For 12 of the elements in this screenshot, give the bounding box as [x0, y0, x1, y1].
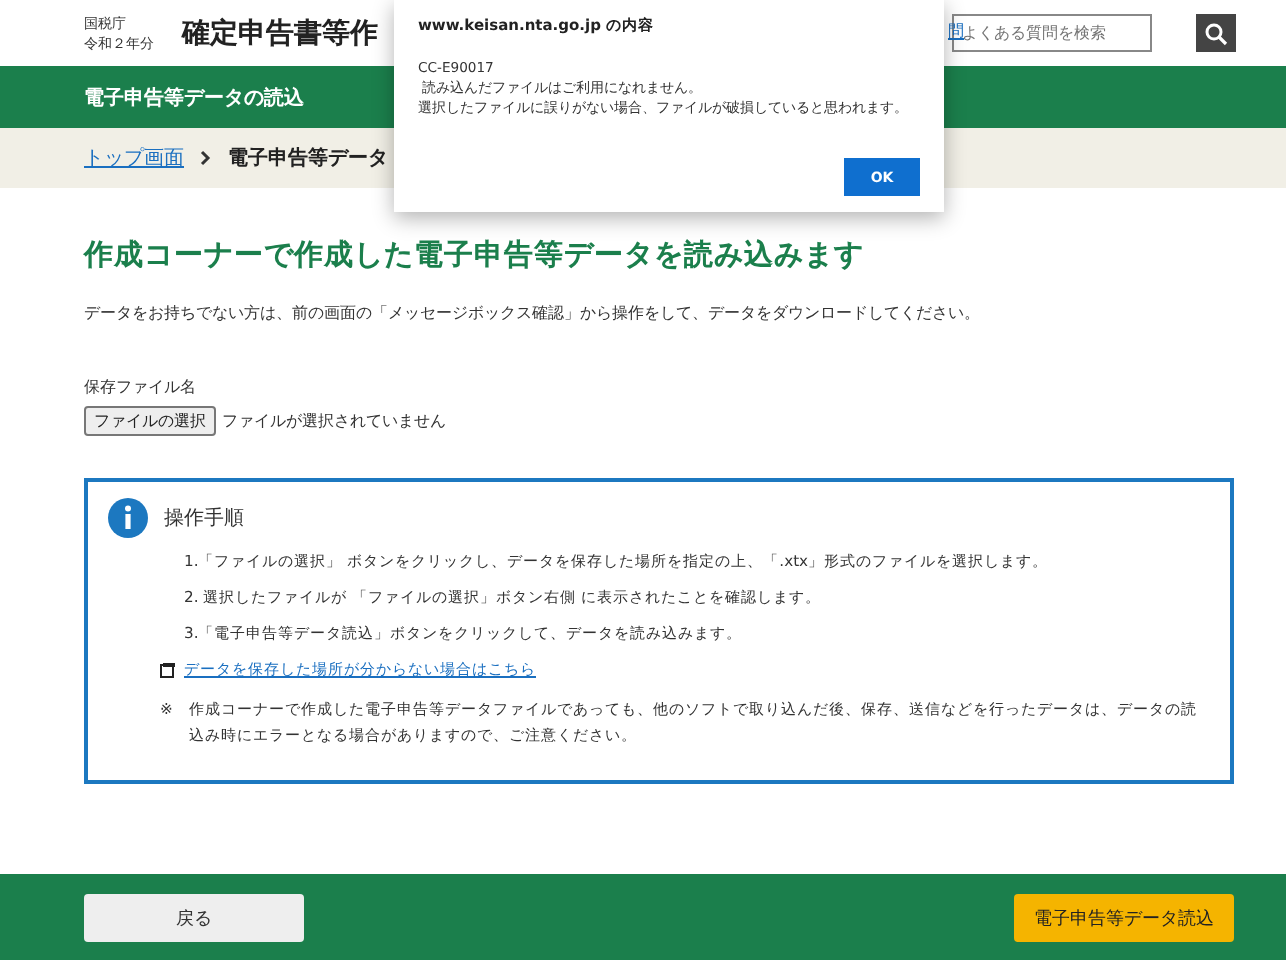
choose-file-button[interactable]: ファイルの選択	[84, 406, 216, 436]
breadcrumb-current: 電子申告等データ	[228, 145, 388, 172]
file-label: 保存ファイル名	[84, 376, 198, 398]
section-title: 電子申告等データの読込	[84, 85, 304, 111]
page-heading: 作成コーナーで作成した電子申告等データを読み込みます	[84, 237, 866, 274]
back-button[interactable]: 戻る	[84, 894, 304, 942]
faq-link[interactable]: 問	[948, 20, 964, 42]
file-status: ファイルが選択されていません	[222, 410, 446, 432]
load-data-button[interactable]: 電子申告等データ読込	[1014, 894, 1234, 942]
breadcrumb-link[interactable]: トップ画面	[84, 144, 184, 172]
info-title: 操作手順	[164, 505, 244, 532]
site-title: 確定申告書等作	[182, 15, 378, 51]
